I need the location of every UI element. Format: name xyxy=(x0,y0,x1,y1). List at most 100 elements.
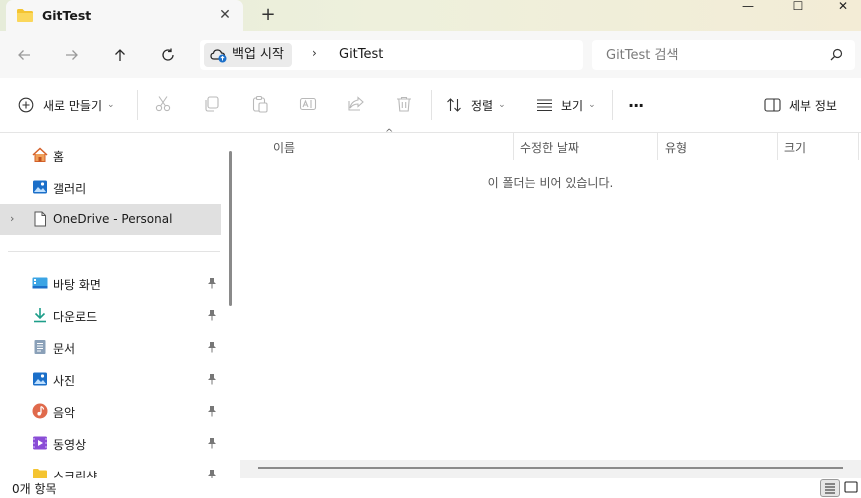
tab-gittest[interactable]: GitTest ✕ xyxy=(6,0,243,31)
empty-folder-message: 이 폴더는 비어 있습니다. xyxy=(487,176,614,190)
sidebar-item-downloads[interactable]: 다운로드 xyxy=(0,300,221,331)
document-icon xyxy=(32,211,48,227)
sidebar-item-videos[interactable]: 동영상 xyxy=(0,428,221,459)
column-header-name[interactable]: 이름 xyxy=(273,133,513,160)
column-divider[interactable] xyxy=(657,133,658,160)
column-header-date-modified[interactable]: 수정한 날짜 xyxy=(520,133,657,160)
search-icon[interactable] xyxy=(830,48,843,64)
sidebar-item-label: 바탕 화면 xyxy=(53,278,101,292)
refresh-icon[interactable] xyxy=(156,43,180,67)
sidebar-item-pictures[interactable]: 사진 xyxy=(0,364,221,395)
sidebar-item-label: 문서 xyxy=(53,342,76,356)
cut-icon[interactable] xyxy=(154,95,174,115)
chevron-down-icon: ⌄ xyxy=(588,100,596,110)
address-row: 백업 시작 › GitTest xyxy=(0,31,861,78)
copy-icon[interactable] xyxy=(203,95,223,115)
view-label: 보기 xyxy=(561,98,584,113)
new-button[interactable]: 새로 만들기 ⌄ xyxy=(18,92,115,118)
view-button[interactable]: 보기 ⌄ xyxy=(536,92,596,118)
download-icon xyxy=(32,307,48,323)
view-icon xyxy=(537,99,552,112)
rename-icon[interactable] xyxy=(299,95,319,115)
details-label: 세부 정보 xyxy=(789,98,837,113)
sidebar-item-desktop[interactable]: 바탕 화면 xyxy=(0,268,221,299)
tab-close-icon[interactable]: ✕ xyxy=(217,7,233,23)
pin-icon[interactable] xyxy=(207,469,217,478)
sidebar-item-label: 다운로드 xyxy=(53,310,98,324)
breadcrumb-separator[interactable]: › xyxy=(312,46,317,60)
details-view-icon[interactable] xyxy=(820,479,840,497)
videos-icon xyxy=(32,435,48,451)
column-header-type[interactable]: 유형 xyxy=(665,133,777,160)
pin-icon[interactable] xyxy=(207,437,217,449)
sidebar-item-screenshots[interactable]: 스크린샷 xyxy=(0,460,221,478)
sort-icon xyxy=(447,98,461,112)
breadcrumb-label: 백업 시작 xyxy=(232,47,284,62)
column-divider[interactable] xyxy=(858,133,859,160)
tab-title: GitTest xyxy=(42,8,92,23)
plus-circle-icon xyxy=(18,97,34,113)
details-button[interactable]: 세부 정보 xyxy=(764,92,837,118)
expand-chevron-icon[interactable]: › xyxy=(10,212,14,225)
column-label: 이름 xyxy=(273,141,296,155)
maximize-button[interactable]: ☐ xyxy=(775,0,821,16)
back-icon[interactable] xyxy=(12,43,36,67)
sort-label: 정렬 xyxy=(471,98,494,113)
column-label: 유형 xyxy=(665,141,688,155)
pin-icon[interactable] xyxy=(207,405,217,417)
breadcrumb-backup[interactable]: 백업 시작 xyxy=(204,43,292,67)
music-icon xyxy=(32,403,48,419)
search-box[interactable] xyxy=(592,40,855,70)
sidebar-item-gallery[interactable]: 갤러리 xyxy=(0,172,221,203)
search-input[interactable] xyxy=(606,46,816,64)
column-divider[interactable] xyxy=(513,133,514,160)
pin-icon[interactable] xyxy=(207,309,217,321)
pin-icon[interactable] xyxy=(207,373,217,385)
share-icon[interactable] xyxy=(347,95,367,115)
desktop-icon xyxy=(32,275,48,291)
column-header-size[interactable]: 크기 xyxy=(784,133,858,160)
sidebar-item-documents[interactable]: 문서 xyxy=(0,332,221,363)
status-bar: 0개 항목 xyxy=(0,478,861,498)
sidebar-item-label: 사진 xyxy=(53,374,76,388)
breadcrumb-gittest[interactable]: GitTest xyxy=(339,47,383,62)
sidebar-item-onedrive[interactable]: › OneDrive - Personal xyxy=(0,204,221,235)
sidebar-item-home[interactable]: 홈 xyxy=(0,140,221,171)
sidebar-scrollbar[interactable] xyxy=(229,151,232,306)
address-bar[interactable]: 백업 시작 › GitTest xyxy=(200,40,583,70)
sidebar-item-label: 스크린샷 xyxy=(53,470,98,478)
sidebar-item-music[interactable]: 음악 xyxy=(0,396,221,427)
new-tab-button[interactable]: + xyxy=(258,5,278,25)
item-count: 0개 항목 xyxy=(12,482,57,496)
sidebar-item-label: 갤러리 xyxy=(53,182,87,196)
sidebar-item-label: OneDrive - Personal xyxy=(53,212,173,226)
chevron-down-icon: ⌄ xyxy=(498,100,506,110)
sort-button[interactable]: 정렬 ⌄ xyxy=(446,92,506,118)
gallery-icon xyxy=(32,179,48,195)
toolbar-divider xyxy=(137,90,138,120)
sidebar-item-label: 동영상 xyxy=(53,438,87,452)
folder-icon xyxy=(32,467,48,478)
folder-icon xyxy=(16,8,34,26)
more-options-icon[interactable]: ··· xyxy=(628,92,644,118)
forward-icon[interactable] xyxy=(60,43,84,67)
navigation-pane: 홈 갤러리 › OneDrive - Personal 바탕 화면 다운로드 문… xyxy=(0,133,236,478)
minimize-button[interactable]: — xyxy=(725,0,771,16)
delete-icon[interactable] xyxy=(395,95,415,115)
documents-icon xyxy=(32,339,48,355)
horizontal-scrollbar-thumb[interactable] xyxy=(258,467,843,469)
column-label: 크기 xyxy=(784,141,807,155)
paste-icon[interactable] xyxy=(251,95,271,115)
pin-icon[interactable] xyxy=(207,277,217,289)
up-icon[interactable] xyxy=(108,43,132,67)
column-divider[interactable] xyxy=(777,133,778,160)
details-pane-icon xyxy=(764,98,781,112)
pin-icon[interactable] xyxy=(207,341,217,353)
title-bar: GitTest ✕ + — ☐ ✕ xyxy=(0,0,861,31)
close-button[interactable]: ✕ xyxy=(820,0,861,16)
horizontal-scrollbar[interactable] xyxy=(240,460,861,478)
sidebar-item-label: 홈 xyxy=(53,150,65,164)
sidebar-item-label: 음악 xyxy=(53,406,76,420)
chevron-down-icon: ⌄ xyxy=(107,100,115,110)
tiles-view-icon[interactable] xyxy=(842,479,861,497)
